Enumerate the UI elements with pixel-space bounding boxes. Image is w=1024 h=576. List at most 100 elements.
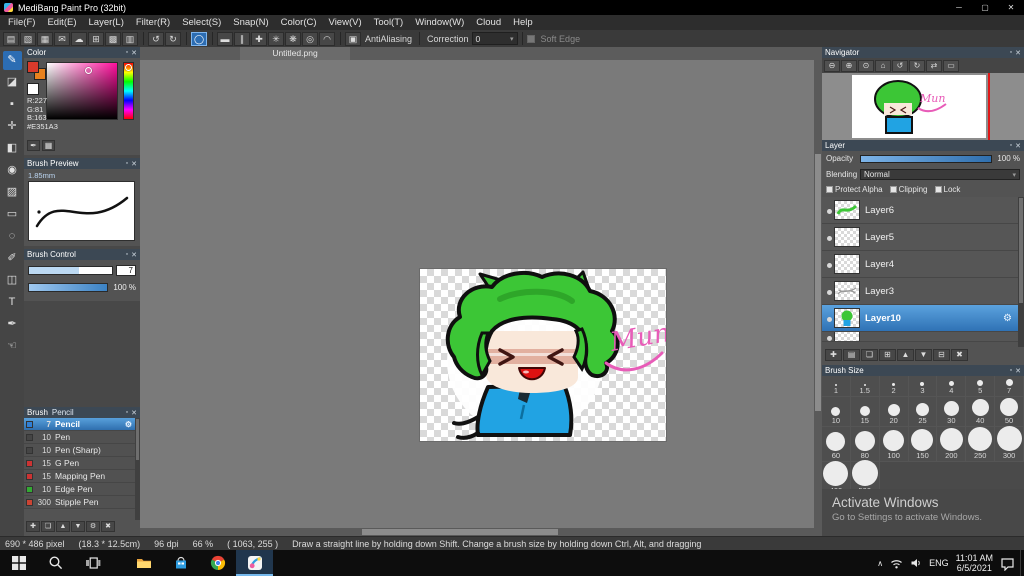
zoom-out-icon[interactable]: ⊖ xyxy=(824,59,840,72)
task-view-button[interactable] xyxy=(74,550,111,576)
canvas-horizontal-scrollbar[interactable] xyxy=(140,528,814,536)
menu-snap[interactable]: Snap(N) xyxy=(227,15,274,30)
redo-icon[interactable]: ↻ xyxy=(165,31,181,46)
gradient-tool[interactable]: ▨ xyxy=(3,183,22,202)
panel-close-icon[interactable]: ✕ xyxy=(1015,142,1021,150)
layer-visible-icon[interactable] xyxy=(824,255,834,273)
layer-list-scrollbar[interactable] xyxy=(1018,197,1024,347)
snap-radial-icon[interactable]: ❋ xyxy=(285,31,301,46)
brush-mode-icon[interactable]: ◯ xyxy=(191,31,207,46)
layer-visible-icon[interactable] xyxy=(824,332,834,341)
brush-item-stipple-pen[interactable]: 300 Stipple Pen xyxy=(24,496,135,509)
brush-size-option[interactable]: 2 xyxy=(879,376,909,397)
add-folder-icon[interactable]: ▤ xyxy=(843,349,860,361)
navigator-header[interactable]: Navigator ▫ ✕ xyxy=(822,47,1024,58)
snap-vanishing-point-icon[interactable]: ✳ xyxy=(268,31,284,46)
canvas-viewport[interactable]: Mun xyxy=(140,60,814,528)
snap-curve-icon[interactable]: ◠ xyxy=(319,31,335,46)
grid-icon[interactable]: ⊞ xyxy=(88,31,104,46)
color-picker-ring[interactable] xyxy=(85,67,92,74)
layer-visible-icon[interactable] xyxy=(824,201,834,219)
brush-size-option[interactable]: 50 xyxy=(995,397,1024,427)
brush-size-option[interactable]: 80 xyxy=(850,427,880,462)
brush-size-option[interactable]: 200 xyxy=(937,427,967,462)
antialiasing-icon[interactable]: ▣ xyxy=(345,31,361,46)
layer-row-layer5[interactable]: Layer5 xyxy=(822,224,1018,251)
brush-control-header[interactable]: Brush Control ▫ ✕ xyxy=(24,249,140,260)
brush-size-option[interactable]: 150 xyxy=(908,427,938,462)
brush-item-pencil[interactable]: 7 Pencil ⚙ xyxy=(24,418,135,431)
antialiasing-label[interactable]: AntiAliasing xyxy=(365,34,412,44)
add-layer-icon[interactable]: ✚ xyxy=(825,349,842,361)
brush-item-mapping-pen[interactable]: 15 Mapping Pen xyxy=(24,470,135,483)
brush-size-option[interactable]: 500 xyxy=(850,460,880,489)
brush-settings-icon[interactable]: ⚙ xyxy=(86,521,100,532)
eyedropper-icon[interactable]: ✒ xyxy=(27,140,40,151)
rotate-left-icon[interactable]: ↺ xyxy=(892,59,908,72)
panel-options-icon[interactable]: ▫ xyxy=(126,409,128,416)
brush-size-option[interactable]: 60 xyxy=(822,427,851,462)
open-file-icon[interactable]: ▧ xyxy=(20,31,36,46)
protect-alpha-checkbox[interactable]: Protect Alpha xyxy=(826,185,883,194)
snap-circle-icon[interactable]: ◎ xyxy=(302,31,318,46)
panel-options-icon[interactable]: ▫ xyxy=(126,49,128,56)
layer-row-layer4[interactable]: Layer4 xyxy=(822,251,1018,278)
opacity-slider[interactable] xyxy=(860,154,992,163)
brush-size-option[interactable]: 4 xyxy=(937,376,967,397)
brush-item-pen[interactable]: 10 Pen xyxy=(24,431,135,444)
text-tool[interactable]: T xyxy=(3,293,22,312)
brush-size-option[interactable]: 7 xyxy=(995,376,1024,397)
menu-select[interactable]: Select(S) xyxy=(176,15,227,30)
move-layer-up-icon[interactable]: ▲ xyxy=(897,349,914,361)
menu-file[interactable]: File(F) xyxy=(2,15,41,30)
add-brush-icon[interactable]: ✚ xyxy=(26,521,40,532)
panel-close-icon[interactable]: ✕ xyxy=(1015,367,1021,375)
brush-size-slider[interactable] xyxy=(28,266,113,275)
move-layer-down-icon[interactable]: ▼ xyxy=(915,349,932,361)
zoom-reset-icon[interactable]: ⊙ xyxy=(858,59,874,72)
new-canvas-icon[interactable]: ▤ xyxy=(3,31,19,46)
brush-size-option[interactable]: 10 xyxy=(822,397,851,427)
panel-close-icon[interactable]: ✕ xyxy=(131,49,137,57)
menu-tool[interactable]: Tool(T) xyxy=(368,15,410,30)
menu-color[interactable]: Color(C) xyxy=(275,15,323,30)
reset-view-icon[interactable]: ▭ xyxy=(943,59,959,72)
bucket-tool[interactable]: ◉ xyxy=(3,161,22,180)
layer-visible-icon[interactable] xyxy=(824,309,834,327)
brush-size-option[interactable]: 250 xyxy=(966,427,996,462)
flip-horizontal-icon[interactable]: ⇄ xyxy=(926,59,942,72)
menu-view[interactable]: View(V) xyxy=(323,15,368,30)
brush-item-pen-sharp[interactable]: 10 Pen (Sharp) xyxy=(24,444,135,457)
transparent-color-swatch[interactable] xyxy=(27,83,39,95)
select-eraser-tool[interactable]: ◫ xyxy=(3,271,22,290)
move-tool[interactable]: ✛ xyxy=(3,117,22,136)
brush-size-option[interactable]: 15 xyxy=(850,397,880,427)
brush-item-g-pen[interactable]: 15 G Pen xyxy=(24,457,135,470)
volume-icon[interactable] xyxy=(910,557,922,569)
fit-screen-icon[interactable]: ⌂ xyxy=(875,59,891,72)
layer-visible-icon[interactable] xyxy=(824,282,834,300)
delete-brush-icon[interactable]: ✖ xyxy=(101,521,115,532)
language-indicator[interactable]: ENG xyxy=(929,558,949,568)
brush-size-value[interactable]: 7 xyxy=(116,265,136,276)
brush-size-option[interactable]: 5 xyxy=(966,376,996,397)
save-icon[interactable]: ▦ xyxy=(37,31,53,46)
layer-settings-gear-icon[interactable]: ⚙ xyxy=(1003,313,1012,324)
brush-list-header[interactable]: Brush Pencil ▫ ✕ xyxy=(24,407,140,418)
duplicate-brush-icon[interactable]: ❏ xyxy=(41,521,55,532)
select-pen-tool[interactable]: ✐ xyxy=(3,249,22,268)
microsoft-store-button[interactable] xyxy=(162,550,199,576)
panel-close-icon[interactable]: ✕ xyxy=(131,251,137,259)
wifi-icon[interactable] xyxy=(890,558,903,569)
delete-layer-icon[interactable]: ✖ xyxy=(951,349,968,361)
panel-close-icon[interactable]: ✕ xyxy=(131,409,137,417)
brush-size-option[interactable]: 100 xyxy=(879,427,909,462)
duplicate-layer-icon[interactable]: ❏ xyxy=(861,349,878,361)
file-explorer-button[interactable] xyxy=(125,550,162,576)
palette-icon[interactable]: ▦ xyxy=(42,140,55,151)
dot-pen-tool[interactable]: ▪ xyxy=(3,95,22,114)
brush-item-edge-pen[interactable]: 10 Edge Pen xyxy=(24,483,135,496)
menu-help[interactable]: Help xyxy=(507,15,539,30)
layer-row-layer6[interactable]: Layer6 xyxy=(822,197,1018,224)
clock[interactable]: 11:01 AM 6/5/2021 xyxy=(956,553,993,573)
